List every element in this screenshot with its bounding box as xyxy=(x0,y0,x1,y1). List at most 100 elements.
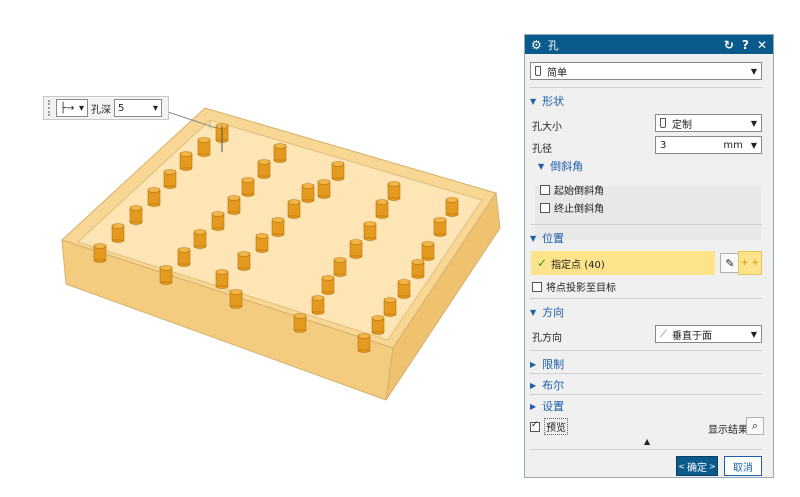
expand-triangle-icon: ▶ xyxy=(530,380,537,390)
collapse-up-icon[interactable]: ▲ xyxy=(644,437,650,446)
collapse-triangle-icon: ▼ xyxy=(530,307,537,317)
section-position[interactable]: ▼ 位置 xyxy=(530,230,762,246)
section-shape[interactable]: ▼ 形状 xyxy=(530,93,762,109)
start-chamfer-checkbox[interactable]: 起始倒斜角 xyxy=(540,182,740,197)
depth-type-dropdown[interactable]: ├→ ▾ xyxy=(56,99,88,117)
close-icon[interactable]: ✕ xyxy=(757,38,767,52)
diameter-input[interactable]: 3 mm ▼ xyxy=(655,136,762,154)
start-chamfer-box[interactable] xyxy=(540,184,550,195)
collapse-triangle-icon: ▼ xyxy=(530,96,537,106)
simple-hole-icon xyxy=(535,66,541,76)
hole-peg xyxy=(211,211,225,231)
part-model[interactable] xyxy=(0,0,520,497)
start-chamfer-label: 起始倒斜角 xyxy=(554,186,604,197)
gear-icon[interactable]: ⚙ xyxy=(531,38,542,52)
expand-triangle-icon: ▶ xyxy=(530,359,537,369)
section-position-label: 位置 xyxy=(542,232,565,245)
hole-peg xyxy=(159,265,173,285)
preview-box[interactable] xyxy=(530,420,540,432)
hole-peg xyxy=(333,257,347,277)
graphics-viewport[interactable]: ├→ ▾ 孔深 5 ▾ xyxy=(0,0,520,497)
cancel-label: 取消 xyxy=(733,462,753,474)
dialog-titlebar[interactable]: ⚙ 孔 ↻ ? ✕ xyxy=(525,35,773,54)
end-chamfer-box[interactable] xyxy=(540,202,550,213)
specify-point-label: 指定点 (40) xyxy=(551,259,605,271)
diameter-unit: mm xyxy=(723,139,743,151)
section-boolean[interactable]: ▶ 布尔 xyxy=(530,377,762,393)
hole-direction-dropdown[interactable]: ⟋ 垂直于面 ▼ xyxy=(655,325,762,343)
reset-icon[interactable]: ↻ xyxy=(724,38,734,52)
section-settings[interactable]: ▶ 设置 xyxy=(530,398,762,414)
hole-peg xyxy=(349,239,363,259)
depth-input[interactable]: 5 ▾ xyxy=(114,99,162,117)
hole-peg xyxy=(177,247,191,267)
point-dialog-icon[interactable]: + + xyxy=(738,251,762,275)
hole-peg xyxy=(111,223,125,243)
hole-peg xyxy=(387,181,401,201)
hole-peg xyxy=(257,159,271,179)
hole-peg xyxy=(197,137,211,157)
help-icon[interactable]: ? xyxy=(742,38,749,52)
hole-direction-value: 垂直于面 xyxy=(672,330,712,342)
normal-to-face-icon: ⟋ xyxy=(660,328,667,340)
chevron-down-icon: ▼ xyxy=(750,66,757,76)
divider xyxy=(530,350,762,351)
hole-peg xyxy=(371,315,385,335)
hole-peg xyxy=(301,183,315,203)
project-points-box[interactable] xyxy=(532,281,542,292)
section-chamfer[interactable]: ▼ 倒斜角 xyxy=(538,158,758,174)
preview-checkbox[interactable]: 预览 xyxy=(530,418,630,435)
chevron-down-icon: ▾ xyxy=(78,102,84,114)
section-direction[interactable]: ▼ 方向 xyxy=(530,304,762,320)
divider xyxy=(530,394,762,395)
hole-peg xyxy=(411,259,425,279)
hole-peg xyxy=(383,297,397,317)
hole-type-dropdown[interactable]: 简单 ▼ xyxy=(530,62,762,80)
depth-value: 5 xyxy=(118,102,125,114)
hole-peg xyxy=(147,187,161,207)
hole-peg xyxy=(287,199,301,219)
check-icon: ✓ xyxy=(537,256,548,270)
divider xyxy=(530,298,762,299)
end-chamfer-label: 终止倒斜角 xyxy=(554,204,604,215)
cancel-button[interactable]: 取消 xyxy=(724,456,762,476)
hole-peg xyxy=(311,295,325,315)
hole-peg xyxy=(193,229,207,249)
divider xyxy=(530,87,762,88)
show-result-label: 显示结果 xyxy=(708,425,748,436)
hole-peg xyxy=(163,169,177,189)
end-chamfer-checkbox[interactable]: 终止倒斜角 xyxy=(540,200,740,215)
hole-direction-label: 孔方向 xyxy=(532,333,562,344)
project-points-checkbox[interactable]: 将点投影至目标 xyxy=(532,279,752,294)
hole-depth-toolbar: ├→ ▾ 孔深 5 ▾ xyxy=(43,96,169,120)
chevron-down-icon: ▼ xyxy=(750,329,757,339)
hole-peg xyxy=(179,151,193,171)
ok-button[interactable]: < 确定 > xyxy=(676,456,718,476)
chevron-down-icon: ▼ xyxy=(750,140,757,150)
chevron-down-icon: ▾ xyxy=(152,102,158,114)
divider xyxy=(530,449,762,450)
diameter-label: 孔径 xyxy=(532,144,552,155)
hole-size-dropdown[interactable]: 定制 ▼ xyxy=(655,114,762,132)
section-boolean-label: 布尔 xyxy=(542,379,565,392)
section-direction-label: 方向 xyxy=(542,306,565,319)
section-limit[interactable]: ▶ 限制 xyxy=(530,356,762,372)
hole-type-value: 简单 xyxy=(547,67,567,79)
sketch-section-icon[interactable]: ✎ xyxy=(720,253,740,273)
depth-type-icon: ├→ xyxy=(60,102,75,114)
hole-peg xyxy=(271,217,285,237)
magnifier-icon[interactable]: ⌕ xyxy=(746,417,764,435)
hole-peg xyxy=(241,177,255,197)
section-shape-label: 形状 xyxy=(542,95,565,108)
specify-point-selector[interactable]: ✓ 指定点 (40) xyxy=(531,251,715,275)
section-limit-label: 限制 xyxy=(542,358,565,371)
hole-peg xyxy=(321,275,335,295)
divider xyxy=(530,224,762,225)
hole-peg xyxy=(357,333,371,353)
toolbar-grip[interactable] xyxy=(48,100,53,116)
preview-label: 预览 xyxy=(544,418,568,435)
divider xyxy=(530,373,762,374)
diameter-value: 3 xyxy=(660,139,667,151)
collapse-triangle-icon: ▼ xyxy=(538,161,545,171)
hole-peg xyxy=(129,205,143,225)
